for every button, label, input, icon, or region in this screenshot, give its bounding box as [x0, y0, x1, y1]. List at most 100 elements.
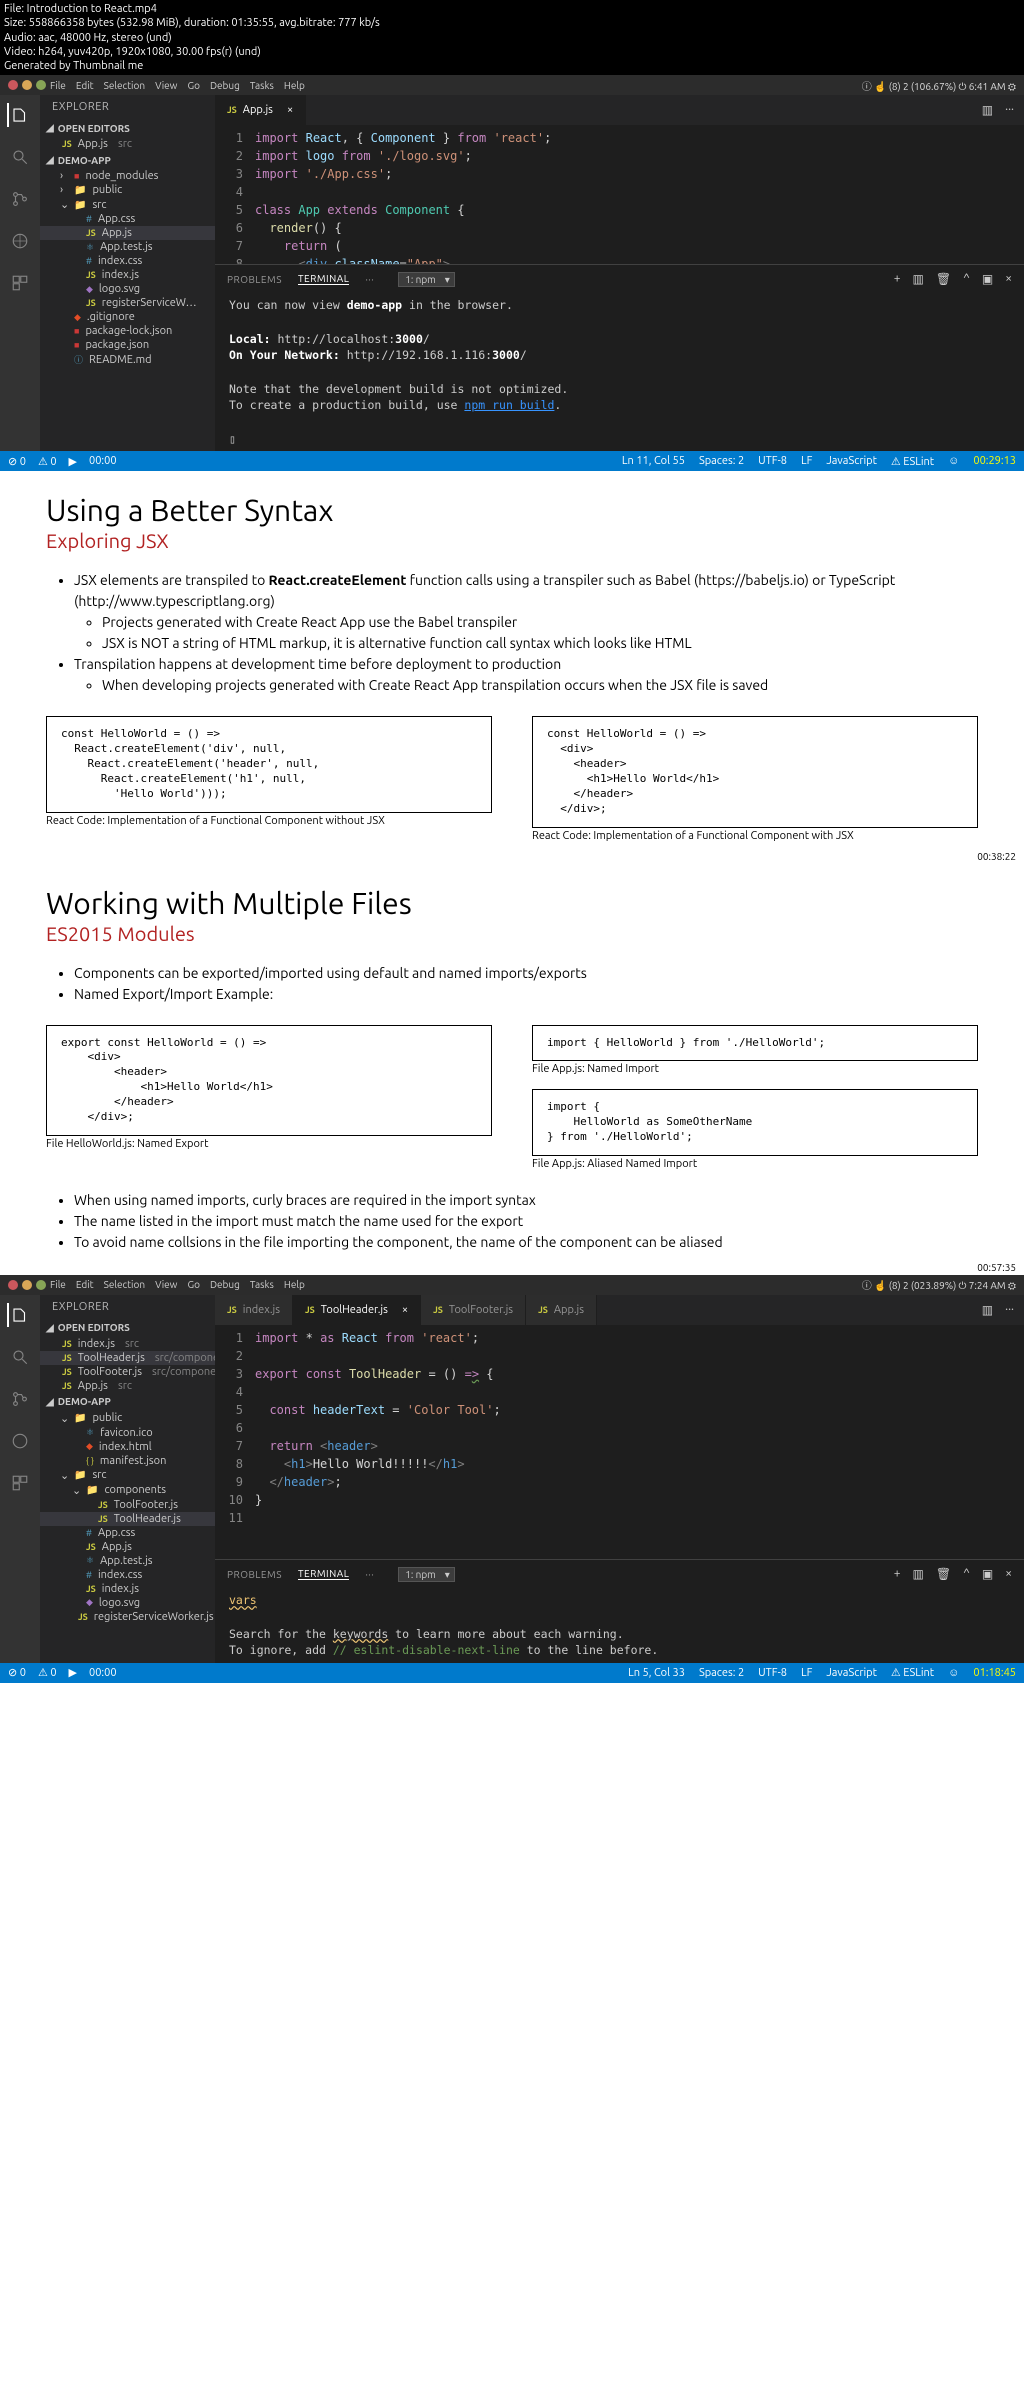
code-content[interactable]: import React, { Component } from 'react'… — [255, 125, 1024, 264]
problems-tab[interactable]: PROBLEMS — [227, 1569, 282, 1580]
maximize-icon[interactable]: ^ — [963, 272, 970, 286]
encoding[interactable]: UTF-8 — [758, 1667, 787, 1679]
open-editors-header[interactable]: ◢OPEN EDITORS — [40, 1319, 215, 1337]
feedback-icon[interactable]: ☺ — [948, 455, 959, 467]
language[interactable]: JavaScript — [826, 1667, 877, 1679]
panel-more[interactable]: ··· — [365, 274, 374, 285]
file-tree-item[interactable]: ⚛favicon.ico — [40, 1426, 215, 1440]
open-editors-header[interactable]: ◢OPEN EDITORS — [40, 119, 215, 137]
window-min-icon[interactable] — [22, 80, 32, 90]
editor-tab[interactable]: JSindex.js — [215, 1295, 293, 1325]
language[interactable]: JavaScript — [826, 455, 877, 467]
window-close-icon[interactable] — [8, 1280, 18, 1290]
debug-icon[interactable] — [8, 229, 32, 253]
panel-more[interactable]: ··· — [365, 1569, 374, 1580]
files-icon[interactable] — [7, 103, 31, 127]
code-editor[interactable]: 123456789101112 import React, { Componen… — [215, 125, 1024, 264]
project-header[interactable]: ◢DEMO-APP — [40, 151, 215, 169]
eslint-status[interactable]: ⚠ ESLint — [891, 1666, 934, 1679]
trash-icon[interactable]: 🗑 — [936, 272, 951, 286]
terminal-selector[interactable]: 1: npm ▾ — [398, 1567, 455, 1582]
window-max-icon[interactable] — [36, 80, 46, 90]
errors-count[interactable]: ⊘ 0 — [8, 455, 26, 468]
eol[interactable]: LF — [801, 1667, 812, 1679]
file-tree-item[interactable]: JSregisterServiceW… — [40, 296, 215, 310]
play-icon[interactable]: ▶ — [69, 1666, 77, 1679]
eslint-status[interactable]: ⚠ ESLint — [891, 455, 934, 468]
file-tree-item[interactable]: ›■node_modules — [40, 169, 215, 183]
search-icon[interactable] — [8, 145, 32, 169]
file-tree-item[interactable]: { }manifest.json — [40, 1454, 215, 1468]
editor-actions[interactable]: ▥··· — [972, 1303, 1024, 1317]
file-tree-item[interactable]: ◆logo.svg — [40, 282, 215, 296]
terminal-output[interactable]: You can now view demo-app in the browser… — [215, 293, 1024, 451]
tab-app-js[interactable]: JSApp.js× — [215, 95, 306, 125]
file-tree-item[interactable]: ⌄📁public — [40, 1411, 215, 1426]
file-tree-item[interactable]: ⓘREADME.md — [40, 352, 215, 367]
debug-icon[interactable] — [8, 1429, 32, 1453]
warnings-count[interactable]: ⚠ 0 — [38, 455, 57, 468]
file-tree-item[interactable]: ›📁public — [40, 183, 215, 197]
files-icon[interactable] — [7, 1303, 31, 1327]
project-header[interactable]: ◢DEMO-APP — [40, 1393, 215, 1411]
trash-icon[interactable]: 🗑 — [936, 1567, 951, 1581]
extensions-icon[interactable] — [8, 271, 32, 295]
file-tree-item[interactable]: JSregisterServiceWorker.js — [40, 1610, 215, 1624]
warnings-count[interactable]: ⚠ 0 — [38, 1666, 57, 1679]
window-max-icon[interactable] — [36, 1280, 46, 1290]
file-tree-item[interactable]: ■package.json — [40, 338, 215, 352]
open-editor-item[interactable]: JSApp.jssrc — [40, 137, 215, 151]
file-tree-item[interactable]: JSindex.js — [40, 1582, 215, 1596]
maximize-icon[interactable]: ^ — [963, 1567, 970, 1581]
feedback-icon[interactable]: ☺ — [948, 1667, 959, 1679]
git-icon[interactable] — [8, 187, 32, 211]
file-tree-item[interactable]: JSApp.js — [40, 226, 215, 240]
file-tree-item[interactable]: #index.css — [40, 1568, 215, 1582]
terminal-tab[interactable]: TERMINAL — [298, 273, 349, 285]
file-tree-item[interactable]: JSToolFooter.js — [40, 1498, 215, 1512]
file-tree-item[interactable]: ◆.gitignore — [40, 310, 215, 324]
close-panel-icon[interactable]: × — [1005, 1567, 1012, 1581]
app-menu[interactable]: FileEditSelectionViewGoDebugTasksHelp — [50, 1279, 305, 1290]
indent[interactable]: Spaces: 2 — [699, 455, 744, 467]
editor-tab[interactable]: JSToolFooter.js — [421, 1295, 526, 1325]
file-tree-item[interactable]: ◆logo.svg — [40, 1596, 215, 1610]
search-icon[interactable] — [8, 1345, 32, 1369]
file-tree-item[interactable]: ⌄📁components — [40, 1483, 215, 1498]
new-terminal-icon[interactable]: + — [894, 272, 901, 286]
terminal-tab[interactable]: TERMINAL — [298, 1568, 349, 1580]
file-tree-item[interactable]: JSindex.js — [40, 268, 215, 282]
file-tree-item[interactable]: ◆index.html — [40, 1440, 215, 1454]
window-close-icon[interactable] — [8, 80, 18, 90]
file-tree-item[interactable]: ⌄📁src — [40, 1468, 215, 1483]
extensions-icon[interactable] — [8, 1471, 32, 1495]
panel-layout-icon[interactable]: ▣ — [982, 272, 993, 286]
split-terminal-icon[interactable]: ▥ — [913, 272, 924, 286]
new-terminal-icon[interactable]: + — [894, 1567, 901, 1581]
cursor-pos[interactable]: Ln 11, Col 55 — [622, 455, 685, 467]
indent[interactable]: Spaces: 2 — [699, 1667, 744, 1679]
editor-tab[interactable]: JSApp.js — [526, 1295, 597, 1325]
terminal-output[interactable]: vars Search for the keywords to learn mo… — [215, 1588, 1024, 1663]
window-min-icon[interactable] — [22, 1280, 32, 1290]
panel-layout-icon[interactable]: ▣ — [982, 1567, 993, 1581]
system-tray[interactable]: ⓘ ☝ (8) 2 (106.67%) ⏻ 6:41 AM ⚙ — [862, 78, 1016, 93]
close-icon[interactable]: × — [402, 1304, 408, 1316]
cursor-pos[interactable]: Ln 5, Col 33 — [628, 1667, 685, 1679]
file-tree-item[interactable]: JSApp.js — [40, 1540, 215, 1554]
open-editor-item[interactable]: JSToolHeader.jssrc/components — [40, 1351, 215, 1365]
file-tree-item[interactable]: ⚛App.test.js — [40, 1554, 215, 1568]
git-icon[interactable] — [8, 1387, 32, 1411]
file-tree-item[interactable]: ■package-lock.json — [40, 324, 215, 338]
editor-actions[interactable]: ▥··· — [972, 103, 1024, 117]
encoding[interactable]: UTF-8 — [758, 455, 787, 467]
file-tree-item[interactable]: ⌄📁src — [40, 197, 215, 212]
editor-tab[interactable]: JSToolHeader.js× — [293, 1295, 421, 1325]
app-menu[interactable]: FileEditSelectionViewGoDebugTasksHelp — [50, 80, 305, 91]
code-content[interactable]: import * as React from 'react'; export c… — [255, 1325, 1024, 1559]
open-editor-item[interactable]: JSToolFooter.jssrc/components — [40, 1365, 215, 1379]
split-terminal-icon[interactable]: ▥ — [913, 1567, 924, 1581]
code-editor[interactable]: 1234567891011 import * as React from 're… — [215, 1325, 1024, 1559]
errors-count[interactable]: ⊘ 0 — [8, 1666, 26, 1679]
system-tray[interactable]: ⓘ ☝ (8) 2 (023.89%) ⏻ 7:24 AM ⚙ — [862, 1277, 1016, 1292]
